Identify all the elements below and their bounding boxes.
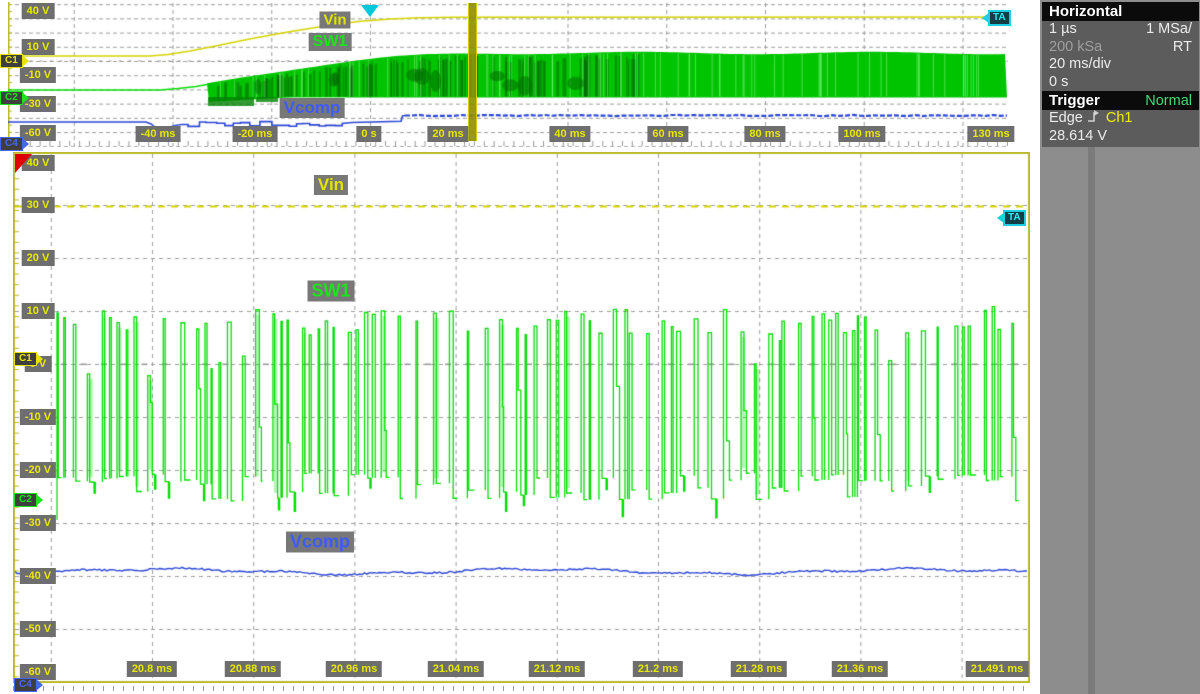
- main-ta-tag[interactable]: TA: [1003, 210, 1026, 226]
- overview-y-axis-label: -10 V: [20, 67, 56, 83]
- horizontal-title: Horizontal: [1049, 3, 1122, 20]
- trigger-type: Edge: [1049, 110, 1083, 128]
- horizontal-panel[interactable]: Horizontal 1 µs 1 MSa/ 200 kSa RT 20 ms/…: [1042, 2, 1199, 147]
- main-x-axis-label: 21.2 ms: [633, 661, 683, 677]
- record-row: 200 kSa RT: [1042, 39, 1199, 57]
- main-channel-marker-c4[interactable]: C4: [14, 678, 37, 692]
- overview-x-axis-label: 130 ms: [967, 126, 1014, 142]
- sample-interval: 1 µs: [1049, 21, 1077, 39]
- main-waveform-canvas[interactable]: [13, 152, 1030, 683]
- main-y-axis-label: -10 V: [20, 409, 56, 425]
- overview-ta-tag[interactable]: TA: [988, 10, 1011, 26]
- main-y-axis-label: -40 V: [20, 568, 56, 584]
- main-x-axis-label: 21.28 ms: [731, 661, 787, 677]
- trigger-title: Trigger: [1049, 92, 1100, 109]
- overview-channel-marker-c4[interactable]: C4: [0, 137, 23, 151]
- overview-y-axis-label: 10 V: [22, 39, 55, 55]
- overview-x-axis-label: 20 ms: [427, 126, 468, 142]
- overview-trace-label-sw1[interactable]: SW1: [309, 33, 352, 51]
- overview-x-axis-label: -20 ms: [233, 126, 278, 142]
- overview-trace-label-vin[interactable]: Vin: [319, 12, 350, 29]
- main-y-axis-label: 30 V: [22, 197, 55, 213]
- main-y-axis-label: -20 V: [20, 462, 56, 478]
- overview-trace-label-vcomp[interactable]: Vcomp: [280, 98, 345, 118]
- zoom-region-bar[interactable]: [468, 3, 477, 141]
- trigger-type-row: Edge Ch1: [1042, 110, 1199, 128]
- timebase: 20 ms/div: [1049, 56, 1111, 74]
- overview-channel-marker-c2[interactable]: C2: [0, 91, 23, 105]
- main-trace-label-sw1[interactable]: SW1: [307, 281, 354, 302]
- overview-x-axis-label: -40 ms: [136, 126, 181, 142]
- main-channel-marker-c2[interactable]: C2: [14, 493, 37, 507]
- sidebar: Horizontal 1 µs 1 MSa/ 200 kSa RT 20 ms/…: [1040, 0, 1200, 694]
- main-trace-label-vcomp[interactable]: Vcomp: [286, 532, 354, 553]
- overview-y-axis-label: 40 V: [22, 3, 55, 19]
- delay-row: 0 s: [1042, 74, 1199, 92]
- main-x-axis-label: 21.36 ms: [832, 661, 888, 677]
- oscilloscope-app: 40 V10 V-10 V-30 V-60 V-40 ms-20 ms0 s20…: [0, 0, 1200, 694]
- main-x-axis-label: 20.96 ms: [326, 661, 382, 677]
- trigger-mode: Normal: [1145, 93, 1192, 109]
- timebase-row: 20 ms/div: [1042, 56, 1199, 74]
- overview-x-axis-label: 0 s: [356, 126, 381, 142]
- sample-rate: 1 MSa/: [1146, 21, 1192, 39]
- rising-edge-icon: [1087, 109, 1102, 129]
- sample-row: 1 µs 1 MSa/: [1042, 21, 1199, 39]
- main-channel-marker-c1[interactable]: C1: [14, 352, 37, 366]
- record-length: 200 kSa: [1049, 39, 1102, 57]
- overview-x-axis-label: 80 ms: [744, 126, 785, 142]
- main-x-axis-label: 21.12 ms: [529, 661, 585, 677]
- main-y-axis-label: 20 V: [22, 250, 55, 266]
- trigger-level: 28.614 V: [1049, 128, 1107, 146]
- main-y-axis-label: -30 V: [20, 515, 56, 531]
- trigger-header[interactable]: Trigger Normal: [1042, 91, 1199, 110]
- trigger-source: Ch1: [1106, 110, 1133, 128]
- overview-x-axis-label: 40 ms: [549, 126, 590, 142]
- bottom-tick-strip: [13, 686, 1030, 691]
- trigger-time-marker-icon[interactable]: [361, 5, 379, 17]
- main-x-axis-label: 20.8 ms: [127, 661, 177, 677]
- overview-x-axis-label: 60 ms: [647, 126, 688, 142]
- main-x-axis-label: 21.491 ms: [966, 661, 1029, 677]
- acq-mode: RT: [1173, 39, 1192, 57]
- delay: 0 s: [1049, 74, 1068, 92]
- trigger-level-row: 28.614 V: [1042, 128, 1199, 146]
- trigger-corner-flag-icon: [15, 154, 32, 173]
- main-trace-label-vin[interactable]: Vin: [314, 175, 348, 195]
- horizontal-header: Horizontal: [1042, 2, 1199, 21]
- main-y-axis-label: -50 V: [20, 621, 56, 637]
- main-x-axis-label: 21.04 ms: [428, 661, 484, 677]
- overview-x-axis-label: 100 ms: [838, 126, 885, 142]
- overview-channel-marker-c1[interactable]: C1: [0, 54, 23, 68]
- channel-rail: [1088, 142, 1095, 694]
- main-x-axis-label: 20.88 ms: [225, 661, 281, 677]
- main-y-axis-label: 10 V: [22, 303, 55, 319]
